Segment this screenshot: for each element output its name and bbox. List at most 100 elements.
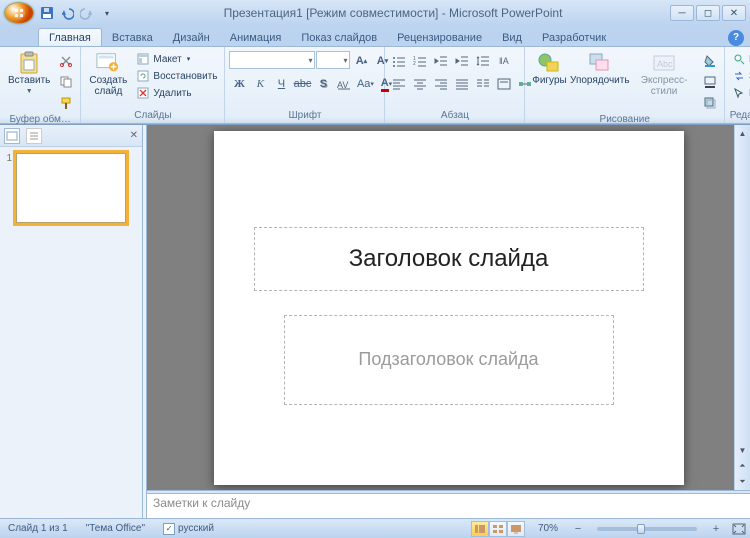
- shapes-button[interactable]: Фигуры: [529, 49, 569, 89]
- zoom-percent[interactable]: 70%: [533, 523, 563, 534]
- reset-button[interactable]: Восстановить: [133, 68, 220, 84]
- italic-icon[interactable]: К: [250, 74, 270, 94]
- scroll-up-icon[interactable]: ▲: [735, 125, 750, 141]
- new-slide-button[interactable]: Создать слайд: [85, 49, 131, 99]
- replace-button[interactable]: Заменить▾: [729, 68, 750, 84]
- fit-to-window-icon[interactable]: [731, 522, 747, 536]
- copy-icon[interactable]: [56, 72, 76, 92]
- slide[interactable]: Заголовок слайда Подзаголовок слайда: [214, 131, 684, 485]
- panel-close-icon[interactable]: ✕: [130, 130, 138, 141]
- paste-button[interactable]: Вставить ▼: [4, 49, 54, 97]
- chevron-down-icon: ▾: [187, 55, 191, 63]
- zoom-out-icon[interactable]: −: [571, 522, 585, 536]
- reset-label: Восстановить: [153, 71, 217, 82]
- select-button[interactable]: Выделить▾: [729, 85, 750, 101]
- qat-dropdown-icon[interactable]: ▾: [98, 4, 116, 22]
- close-button[interactable]: ✕: [722, 5, 746, 21]
- quick-access-toolbar: ▾: [38, 4, 116, 22]
- scroll-down-icon[interactable]: ▼: [735, 442, 750, 458]
- group-clipboard: Вставить ▼ Буфер обм…: [0, 47, 81, 123]
- delete-slide-button[interactable]: Удалить: [133, 85, 220, 101]
- tab-developer[interactable]: Разработчик: [532, 29, 616, 46]
- scrollbar-track[interactable]: [735, 141, 750, 442]
- slideshow-view-icon[interactable]: [507, 521, 525, 537]
- find-button[interactable]: Найти: [729, 51, 750, 67]
- char-spacing-icon[interactable]: AV: [334, 74, 354, 94]
- next-slide-icon[interactable]: ⏷: [735, 474, 750, 490]
- increase-indent-icon[interactable]: [452, 51, 472, 71]
- grow-font-icon[interactable]: A▴: [351, 51, 371, 71]
- align-left-icon[interactable]: [389, 74, 409, 94]
- tab-animation[interactable]: Анимация: [220, 29, 292, 46]
- underline-icon[interactable]: Ч: [271, 74, 291, 94]
- vertical-scrollbar[interactable]: ▲ ▼ ⏶ ⏷: [734, 125, 750, 490]
- justify-icon[interactable]: [452, 74, 472, 94]
- office-button[interactable]: [4, 2, 34, 24]
- arrange-label: Упорядочить: [570, 76, 630, 87]
- zoom-in-icon[interactable]: +: [709, 522, 723, 536]
- arrange-icon: [588, 51, 612, 75]
- redo-icon[interactable]: [78, 4, 96, 22]
- shape-fill-icon[interactable]: [700, 51, 720, 71]
- text-direction-icon[interactable]: ‖A: [494, 51, 514, 71]
- zoom-slider-thumb[interactable]: [637, 524, 645, 534]
- align-center-icon[interactable]: [410, 74, 430, 94]
- new-slide-icon: [96, 51, 120, 75]
- undo-icon[interactable]: [58, 4, 76, 22]
- shape-effects-icon[interactable]: [700, 93, 720, 113]
- format-painter-icon[interactable]: [56, 93, 76, 113]
- subtitle-placeholder-text: Подзаголовок слайда: [358, 349, 538, 370]
- change-case-icon[interactable]: Aa▾: [355, 74, 375, 94]
- arrange-button[interactable]: Упорядочить: [571, 49, 628, 89]
- align-right-icon[interactable]: [431, 74, 451, 94]
- group-slides: Создать слайд Макет▾ Восстановить Удалит…: [81, 47, 225, 123]
- shadow-icon[interactable]: S: [313, 74, 333, 94]
- normal-view-icon[interactable]: [471, 521, 489, 537]
- tab-slideshow[interactable]: Показ слайдов: [291, 29, 387, 46]
- prev-slide-icon[interactable]: ⏶: [735, 458, 750, 474]
- save-icon[interactable]: [38, 4, 56, 22]
- thumbnails-list[interactable]: 1: [0, 147, 142, 518]
- bullets-icon[interactable]: [389, 51, 409, 71]
- status-language[interactable]: ✓русский: [158, 523, 219, 535]
- columns-icon[interactable]: [473, 74, 493, 94]
- decrease-indent-icon[interactable]: [431, 51, 451, 71]
- bold-icon[interactable]: Ж: [229, 74, 249, 94]
- align-text-icon[interactable]: [494, 74, 514, 94]
- slide-canvas-area[interactable]: Заголовок слайда Подзаголовок слайда ▲ ▼…: [147, 125, 750, 490]
- tab-review[interactable]: Рецензирование: [387, 29, 492, 46]
- delete-label: Удалить: [153, 88, 191, 99]
- minimize-button[interactable]: ─: [670, 5, 694, 21]
- help-icon[interactable]: ?: [728, 30, 744, 46]
- thumbnail-preview[interactable]: [16, 153, 126, 223]
- tab-view[interactable]: Вид: [492, 29, 532, 46]
- subtitle-placeholder[interactable]: Подзаголовок слайда: [284, 315, 614, 405]
- layout-button[interactable]: Макет▾: [133, 51, 220, 67]
- status-theme[interactable]: "Тема Office": [81, 523, 150, 534]
- font-size-combo[interactable]: [316, 51, 350, 69]
- tab-insert[interactable]: Вставка: [102, 29, 163, 46]
- slide-thumbnail[interactable]: 1: [4, 153, 138, 223]
- slides-tab-icon[interactable]: [4, 128, 20, 144]
- numbering-icon[interactable]: 12: [410, 51, 430, 71]
- title-placeholder[interactable]: Заголовок слайда: [254, 227, 644, 291]
- maximize-button[interactable]: ◻: [696, 5, 720, 21]
- quick-styles-button[interactable]: Abc Экспресс-стили: [630, 49, 698, 99]
- chevron-down-icon: ▼: [26, 88, 33, 95]
- status-language-label: русский: [178, 523, 214, 534]
- tab-home[interactable]: Главная: [38, 28, 102, 46]
- outline-tab-icon[interactable]: [26, 128, 42, 144]
- group-font: A▴ A▾ Ж К Ч abc S AV Aa▾ A▾ Шрифт: [225, 47, 385, 123]
- font-name-combo[interactable]: [229, 51, 315, 69]
- strike-icon[interactable]: abc: [292, 74, 312, 94]
- tab-design[interactable]: Дизайн: [163, 29, 220, 46]
- status-slide-number[interactable]: Слайд 1 из 1: [3, 523, 73, 534]
- view-buttons: [471, 521, 525, 537]
- quick-styles-icon: Abc: [652, 51, 676, 75]
- cut-icon[interactable]: [56, 51, 76, 71]
- shape-outline-icon[interactable]: [700, 72, 720, 92]
- notes-pane[interactable]: Заметки к слайду: [147, 494, 750, 518]
- line-spacing-icon[interactable]: [473, 51, 493, 71]
- zoom-slider[interactable]: [597, 527, 697, 531]
- sorter-view-icon[interactable]: [489, 521, 507, 537]
